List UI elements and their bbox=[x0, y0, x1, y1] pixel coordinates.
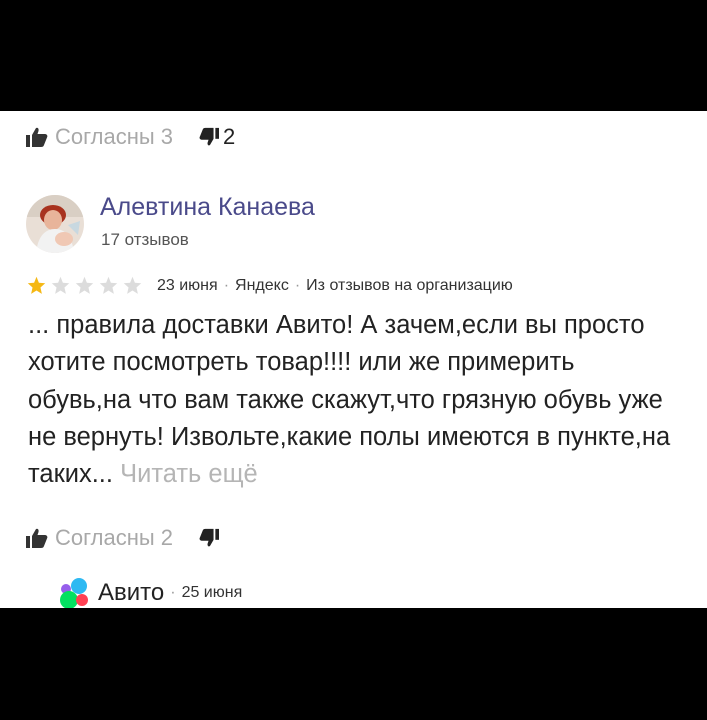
review-card: Согласны 3 2 Алевтина Канаева 17 отзывов bbox=[0, 111, 707, 608]
star-icon-empty bbox=[99, 276, 118, 294]
star-icon-empty bbox=[75, 276, 94, 294]
dislike-button[interactable] bbox=[199, 528, 223, 548]
review-date: 23 июня bbox=[157, 276, 218, 294]
review-votes: Согласны 2 bbox=[26, 525, 223, 551]
company-reply-header: Авито · 25 июня bbox=[56, 576, 242, 608]
star-icon-empty bbox=[123, 276, 142, 294]
thumbs-down-icon bbox=[199, 127, 220, 146]
previous-review-votes: Согласны 3 2 bbox=[26, 124, 235, 150]
agree-label: Согласны 3 bbox=[55, 124, 174, 149]
dislike-count: 2 bbox=[223, 124, 236, 149]
reply-date: 25 июня bbox=[181, 584, 243, 601]
author-review-count: 17 отзывов bbox=[101, 230, 189, 249]
agree-label: Согласны 2 bbox=[55, 525, 174, 550]
agree-button[interactable]: Согласны 2 bbox=[26, 525, 173, 551]
review-source: Яндекс bbox=[235, 276, 289, 294]
review-meta: 23 июня · Яндекс · Из отзывов на организ… bbox=[27, 276, 513, 295]
author-name[interactable]: Алевтина Канаева bbox=[100, 193, 315, 222]
separator-dot: · bbox=[294, 276, 301, 294]
review-origin[interactable]: Из отзывов на организацию bbox=[306, 277, 513, 295]
star-icon-filled bbox=[27, 276, 46, 294]
separator-dot: · bbox=[170, 584, 176, 601]
thumbs-up-icon bbox=[26, 528, 48, 548]
thumbs-down-icon bbox=[199, 528, 220, 547]
agree-button[interactable]: Согласны 3 bbox=[26, 124, 173, 150]
avatar-image bbox=[26, 195, 84, 253]
review-text: ... правила доставки Авито! А зачем,если… bbox=[28, 307, 678, 493]
thumbs-up-icon bbox=[26, 127, 48, 147]
avatar[interactable] bbox=[26, 195, 84, 253]
separator-dot: · bbox=[223, 276, 230, 294]
star-icon-empty bbox=[51, 276, 70, 294]
avito-logo-icon bbox=[60, 578, 88, 608]
rating-stars bbox=[27, 276, 142, 295]
read-more-link[interactable]: Читать ещё bbox=[120, 460, 258, 488]
reply-company-name[interactable]: Авито bbox=[98, 579, 164, 607]
dislike-button[interactable]: 2 bbox=[199, 124, 235, 150]
